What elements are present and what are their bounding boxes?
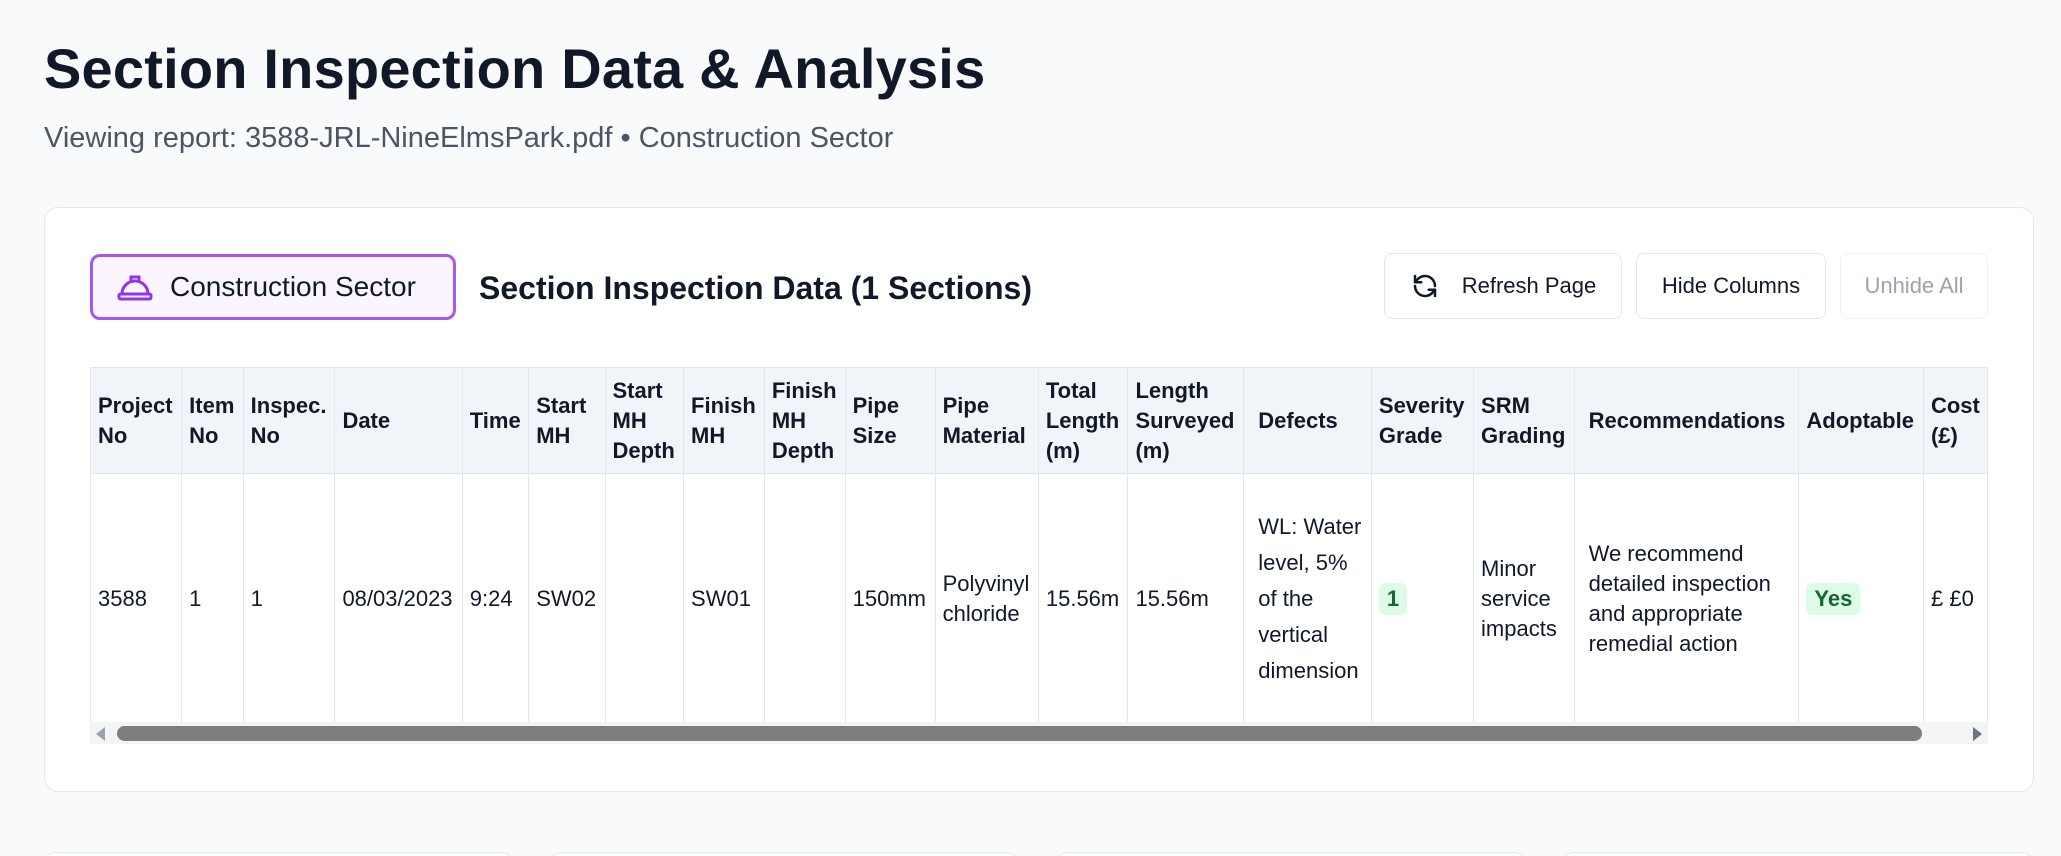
- col-header-item-no[interactable]: Item No: [181, 367, 244, 474]
- cell-start-mh: SW02: [528, 473, 606, 724]
- page-title: Section Inspection Data & Analysis: [44, 37, 986, 100]
- cell-project-no: 3588: [90, 473, 183, 724]
- cell-total-length: 15.56m: [1037, 473, 1129, 724]
- cell-defects: WL: Water level, 5% of the vertical dime…: [1243, 473, 1372, 724]
- inspection-table-container: Project No Item No Inspec. No Date Time …: [90, 367, 1988, 745]
- scroll-right-arrow-icon[interactable]: [1973, 727, 1982, 741]
- col-header-defects[interactable]: Defects: [1243, 367, 1372, 474]
- col-header-cost[interactable]: Cost (£): [1922, 367, 1988, 474]
- scroll-left-arrow-icon[interactable]: [96, 727, 105, 741]
- hard-hat-icon: [117, 272, 153, 302]
- cell-time: 9:24: [461, 473, 530, 724]
- col-header-finish-mh[interactable]: Finish MH: [683, 367, 765, 474]
- cell-length-surveyed: 15.56m: [1127, 473, 1245, 724]
- col-header-pipe-material[interactable]: Pipe Material: [934, 367, 1039, 474]
- summary-card: [549, 852, 1019, 856]
- col-header-start-mh[interactable]: Start MH: [528, 367, 606, 474]
- refresh-page-button[interactable]: Refresh Page: [1384, 253, 1622, 319]
- cell-inspec-no: 1: [242, 473, 336, 724]
- col-header-pipe-size[interactable]: Pipe Size: [844, 367, 936, 474]
- col-header-severity-grade[interactable]: Severity Grade: [1370, 367, 1475, 474]
- col-header-finish-mh-depth[interactable]: Finish MH Depth: [763, 367, 846, 474]
- cell-adoptable: Yes: [1798, 473, 1924, 724]
- sector-badge: Construction Sector: [90, 254, 456, 320]
- col-header-srm-grading[interactable]: SRM Grading: [1473, 367, 1575, 474]
- section-title: Section Inspection Data (1 Sections): [479, 270, 1032, 306]
- cell-date: 08/03/2023: [334, 473, 463, 724]
- cell-finish-mh-depth: [763, 473, 846, 724]
- cell-pipe-size: 150mm: [844, 473, 936, 724]
- adoptable-badge: Yes: [1806, 582, 1861, 615]
- col-header-total-length[interactable]: Total Length (m): [1037, 367, 1129, 474]
- severity-grade-badge: 1: [1378, 582, 1408, 615]
- col-header-recommendations[interactable]: Recommendations: [1573, 367, 1800, 474]
- refresh-icon: [1410, 271, 1440, 301]
- cell-start-mh-depth: [604, 473, 685, 724]
- summary-card: [1562, 852, 2034, 856]
- cell-recommendations: We recommend detailed inspection and app…: [1573, 473, 1800, 724]
- cell-cost: £ £0: [1922, 473, 1988, 724]
- cell-finish-mh: SW01: [683, 473, 765, 724]
- hide-columns-button[interactable]: Hide Columns: [1636, 253, 1826, 319]
- sector-badge-label: Construction Sector: [170, 271, 416, 302]
- col-header-date[interactable]: Date: [334, 367, 463, 474]
- col-header-length-surveyed[interactable]: Length Surveyed (m): [1127, 367, 1245, 474]
- refresh-page-label: Refresh Page: [1461, 273, 1597, 298]
- unhide-all-button[interactable]: Unhide All: [1840, 253, 1988, 319]
- col-header-project-no[interactable]: Project No: [90, 367, 183, 474]
- col-header-start-mh-depth[interactable]: Start MH Depth: [604, 367, 685, 474]
- table-header-row: Project No Item No Inspec. No Date Time …: [90, 367, 1988, 474]
- table-row: 3588 1 1 08/03/2023 9:24 SW02 SW01 150mm…: [90, 473, 1988, 724]
- section-inspection-card: Construction Sector Section Inspection D…: [44, 207, 2034, 792]
- scrollbar-thumb[interactable]: [117, 726, 1922, 741]
- cell-pipe-material: Polyvinyl chloride: [934, 473, 1039, 724]
- page-subtitle: Viewing report: 3588-JRL-NineElmsPark.pd…: [44, 122, 894, 154]
- cell-srm-grading: Minor service impacts: [1473, 473, 1575, 724]
- cell-item-no: 1: [181, 473, 244, 724]
- summary-card: [44, 852, 514, 856]
- horizontal-scrollbar[interactable]: [90, 722, 1988, 744]
- col-header-time[interactable]: Time: [461, 367, 530, 474]
- col-header-adoptable[interactable]: Adoptable: [1798, 367, 1924, 474]
- col-header-inspec-no[interactable]: Inspec. No: [242, 367, 336, 474]
- inspection-table: Project No Item No Inspec. No Date Time …: [90, 367, 1988, 724]
- cell-severity-grade: 1: [1370, 473, 1475, 724]
- summary-card: [1056, 852, 1526, 856]
